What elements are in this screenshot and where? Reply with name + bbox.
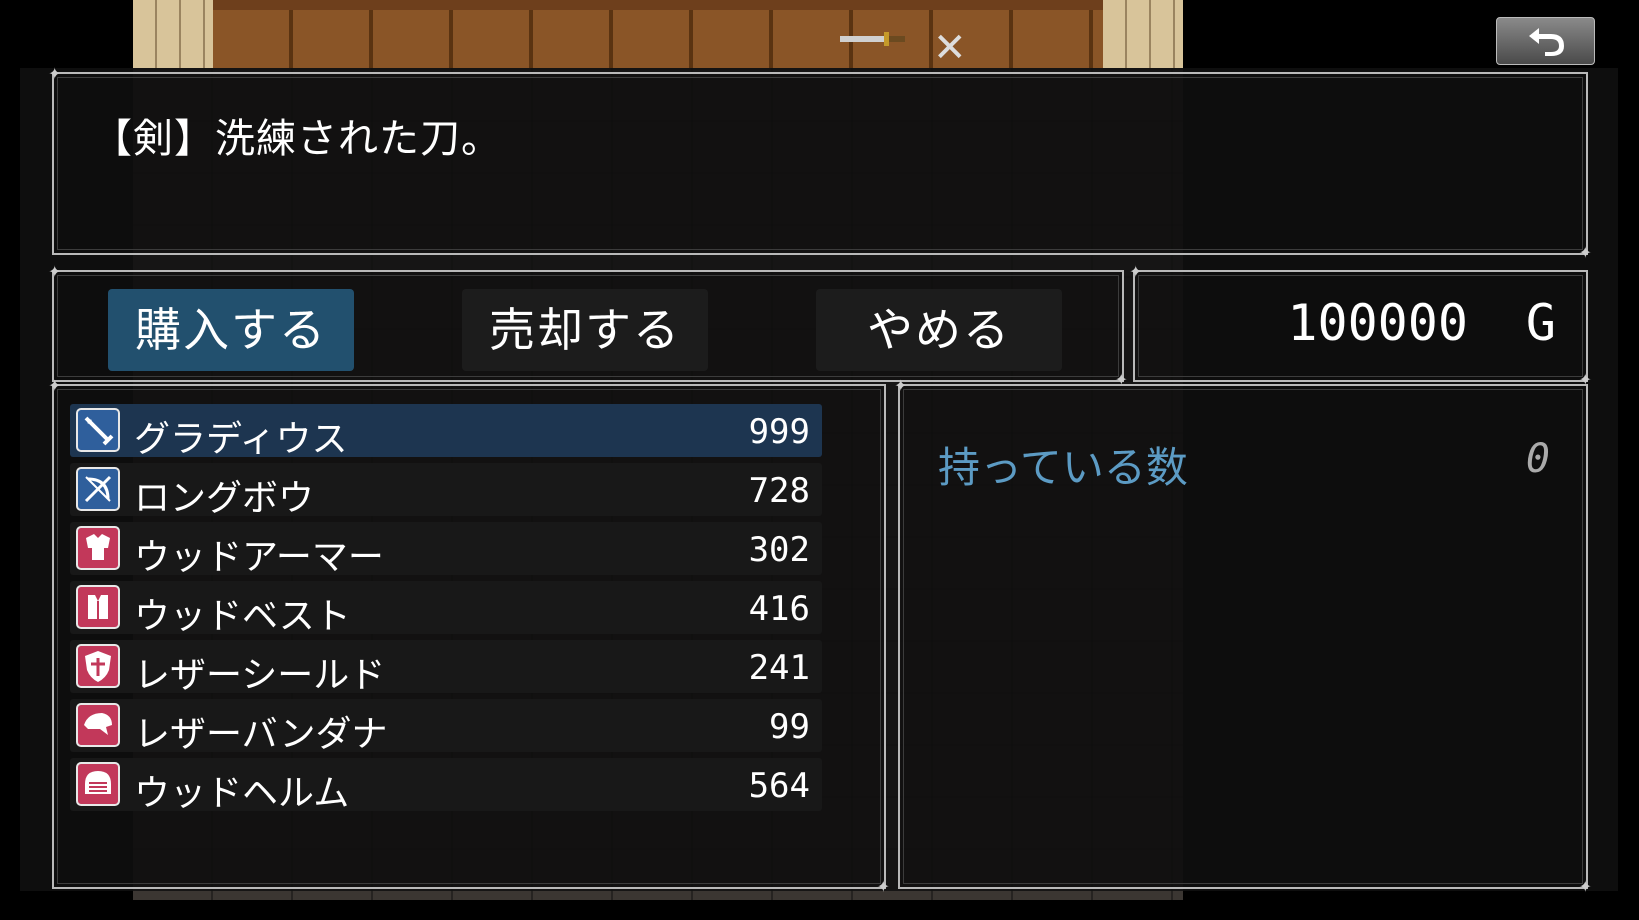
cancel-button[interactable]: やめる (816, 289, 1062, 371)
item-price: 241 (748, 648, 810, 688)
buy-button[interactable]: 購入する (108, 289, 354, 371)
item-name: ウッドベスト (134, 596, 351, 637)
item-name: ロングボウ (134, 478, 315, 519)
helmet-icon (76, 762, 120, 806)
shield-icon (76, 644, 120, 688)
item-price: 999 (748, 412, 810, 452)
item-row-gladius[interactable]: グラディウス 999 (70, 404, 822, 460)
shop-sign-cross-icon: ✕ (933, 25, 967, 71)
item-description: 【剣】洗練された刀。 (92, 116, 502, 162)
bow-icon (76, 467, 120, 511)
help-window: 【剣】洗練された刀。 (48, 66, 1592, 261)
item-list-window: グラディウス 999 ロングボウ 728 ウッドアーマー 302 ウッドベスト … (48, 378, 890, 895)
item-row-leather-bandana[interactable]: レザーバンダナ 99 (70, 699, 822, 755)
item-row-leather-shield[interactable]: レザーシールド 241 (70, 640, 822, 696)
item-price: 564 (748, 766, 810, 806)
item-row-wood-armor[interactable]: ウッドアーマー 302 (70, 522, 822, 578)
item-name: ウッドアーマー (134, 537, 384, 578)
item-price: 99 (769, 707, 810, 747)
item-row-wood-helm[interactable]: ウッドヘルム 564 (70, 758, 822, 814)
item-name: グラディウス (134, 419, 348, 460)
item-row-wood-vest[interactable]: ウッドベスト 416 (70, 581, 822, 637)
sword-icon (76, 408, 120, 452)
sell-button[interactable]: 売却する (462, 289, 708, 371)
status-window: 持っている数 0 (894, 378, 1592, 895)
item-price: 416 (748, 589, 810, 629)
item-name: ウッドヘルム (134, 773, 350, 814)
back-button[interactable] (1496, 17, 1595, 65)
undo-arrow-icon (1529, 28, 1564, 56)
bandana-icon (76, 703, 120, 747)
shop-counter-top: ✕ (133, 0, 1183, 68)
item-price: 302 (748, 530, 810, 570)
gold-window: 100000 G (1129, 264, 1592, 388)
armor-icon (76, 526, 120, 570)
vest-icon (76, 585, 120, 629)
item-name: レザーバンダナ (134, 714, 388, 755)
gold-amount: 100000 (1287, 294, 1468, 352)
item-name: レザーシールド (134, 655, 386, 696)
item-price: 728 (748, 471, 810, 511)
owned-count-value: 0 (1525, 436, 1550, 482)
command-window: 購入する 売却する やめる (48, 264, 1128, 388)
item-list: グラディウス 999 ロングボウ 728 ウッドアーマー 302 ウッドベスト … (70, 404, 822, 817)
shop-sign-sword-icon (840, 32, 905, 46)
owned-count-label: 持っている数 (938, 443, 1188, 492)
gold-unit: G (1525, 294, 1556, 352)
item-row-longbow[interactable]: ロングボウ 728 (70, 463, 822, 519)
